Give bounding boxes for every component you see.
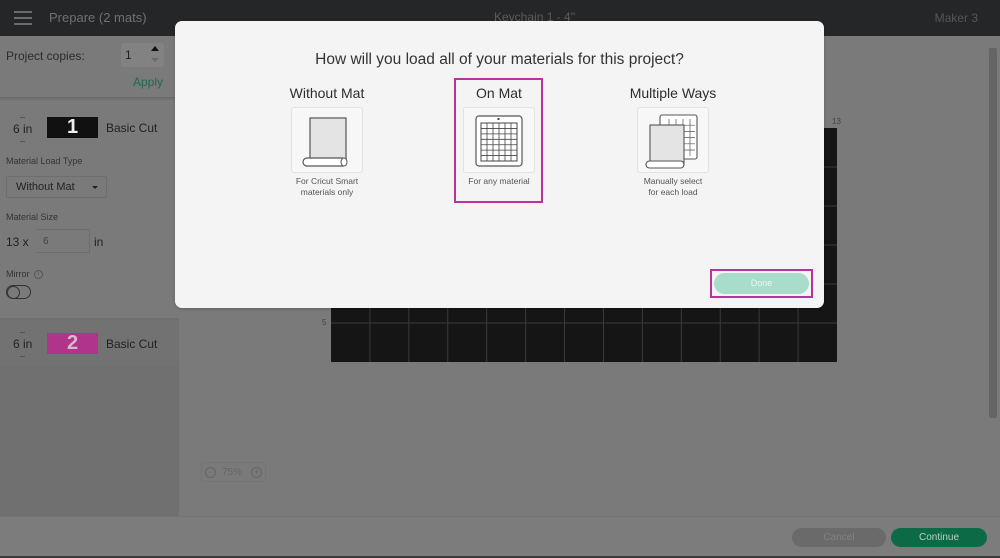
ruler-top-label: 13 xyxy=(832,117,841,126)
mat-thumbnail[interactable]: 1 xyxy=(47,117,98,138)
selected-option-highlight xyxy=(454,78,543,203)
mat-size-control[interactable]: 6 in xyxy=(13,117,33,142)
roll-material-icon[interactable] xyxy=(291,107,363,173)
desc-line: materials only xyxy=(300,187,354,197)
mat-size-label: 6 in xyxy=(13,122,33,136)
vertical-scrollbar[interactable] xyxy=(989,48,997,418)
project-copies-label: Project copies: xyxy=(6,49,85,63)
option-description: Manually select for each load xyxy=(593,176,753,198)
material-load-type-label: Material Load Type xyxy=(6,156,83,166)
machine-selector[interactable]: Maker 3 xyxy=(935,11,978,25)
zoom-control: − 75% + xyxy=(201,462,266,482)
mat-sidebar: Project copies: 1 Apply 6 in 1 Basic Cut… xyxy=(0,36,179,516)
decrement-arrow-icon[interactable] xyxy=(151,58,159,62)
mat-size-control[interactable]: 6 in xyxy=(13,332,33,357)
project-copies-input[interactable]: 1 xyxy=(121,43,164,67)
mat-item[interactable]: 6 in 2 Basic Cut xyxy=(0,320,179,366)
zoom-out-icon[interactable]: − xyxy=(205,467,216,478)
page-title: Prepare (2 mats) xyxy=(49,10,147,25)
dialog-title: How will you load all of your materials … xyxy=(315,51,684,68)
material-size-label: Material Size xyxy=(6,212,59,222)
size-down-tick-icon[interactable] xyxy=(20,141,25,142)
mat-thumbnail[interactable]: 2 xyxy=(47,333,98,354)
desc-line: Manually select xyxy=(643,176,703,186)
mat-size-label: 6 in xyxy=(13,337,33,351)
continue-button[interactable]: Continue xyxy=(891,528,987,547)
mirror-label: Mirror xyxy=(6,269,30,279)
material-load-type-dropdown[interactable]: Without Mat xyxy=(6,176,107,198)
option-description: For Cricut Smart materials only xyxy=(247,176,407,198)
cancel-button[interactable]: Cancel xyxy=(792,528,886,547)
done-button[interactable]: Done xyxy=(714,273,809,294)
cut-type-label: Basic Cut xyxy=(106,121,158,135)
info-icon[interactable]: i xyxy=(34,270,43,279)
size-up-tick-icon[interactable] xyxy=(20,117,25,118)
size-down-tick-icon[interactable] xyxy=(20,356,25,357)
mat-item[interactable]: 6 in 1 Basic Cut Material Load Type With… xyxy=(0,100,179,318)
material-length-input[interactable]: 6 xyxy=(36,229,90,253)
option-multiple-ways[interactable]: Multiple Ways Manually select for each l… xyxy=(593,83,753,198)
load-type-value: Without Mat xyxy=(16,181,75,193)
material-width-label: 13 x xyxy=(6,235,29,249)
zoom-level: 75% xyxy=(222,467,243,478)
apply-button[interactable]: Apply xyxy=(133,75,163,89)
load-materials-dialog: How will you load all of your materials … xyxy=(175,21,824,308)
desc-line: For Cricut Smart xyxy=(295,176,359,186)
ruler-left-label: 5 xyxy=(322,318,327,327)
material-unit-label: in xyxy=(94,235,104,249)
option-title: Multiple Ways xyxy=(629,85,717,101)
option-without-mat[interactable]: Without Mat For Cricut Smart materials o… xyxy=(247,83,407,198)
chevron-down-icon xyxy=(92,186,98,189)
mixed-load-icon[interactable] xyxy=(637,107,709,173)
hamburger-menu-icon[interactable] xyxy=(14,11,32,25)
cut-type-label: Basic Cut xyxy=(106,337,158,351)
zoom-in-icon[interactable]: + xyxy=(251,467,262,478)
mirror-toggle[interactable] xyxy=(6,285,31,299)
desc-line: for each load xyxy=(648,187,698,197)
option-title: Without Mat xyxy=(289,85,365,101)
footer-bar: Cancel Continue xyxy=(0,516,1000,558)
project-copies-value: 1 xyxy=(125,48,132,62)
project-copies-section: Project copies: 1 Apply xyxy=(0,36,179,98)
size-up-tick-icon[interactable] xyxy=(20,332,25,333)
increment-arrow-icon[interactable] xyxy=(151,46,159,51)
